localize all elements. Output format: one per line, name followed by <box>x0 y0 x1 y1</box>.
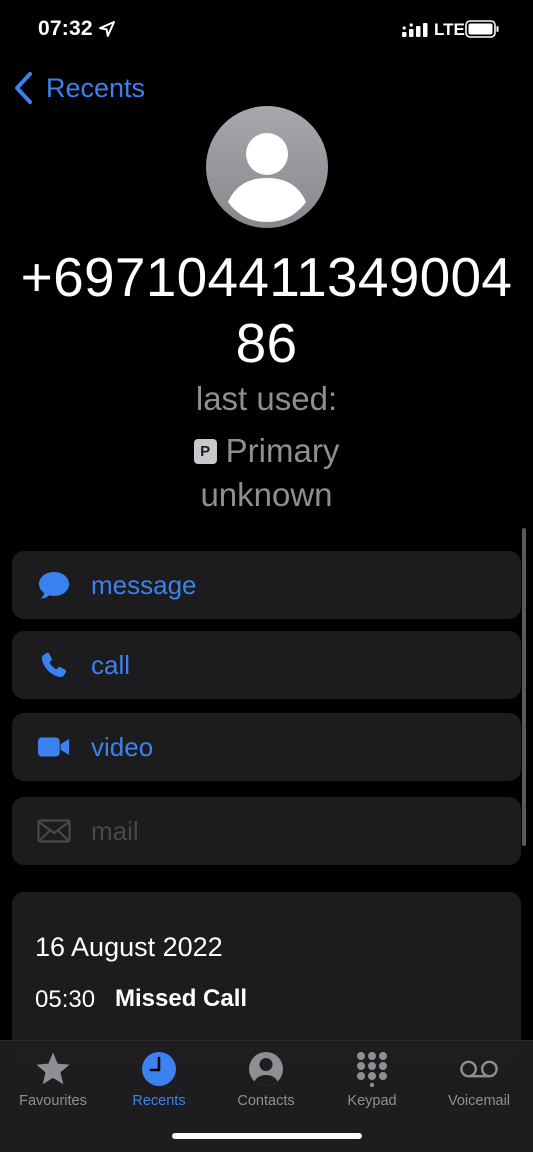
person-silhouette-icon <box>228 133 306 222</box>
line-indicator: P Primary <box>0 432 533 470</box>
person-circle-icon <box>246 1049 286 1089</box>
avatar <box>206 106 328 228</box>
scroll-indicator[interactable] <box>522 528 526 846</box>
back-label: Recents <box>46 72 146 103</box>
tab-label-favourites: Favourites <box>19 1093 87 1109</box>
status-bar: 07:32 LTE <box>0 0 533 60</box>
call-button[interactable]: call <box>12 631 521 699</box>
location-arrow-icon <box>99 21 115 37</box>
phone-icon <box>37 650 71 680</box>
tab-keypad[interactable]: Keypad <box>319 1049 425 1109</box>
voicemail-icon <box>459 1049 499 1089</box>
message-label: message <box>91 569 197 600</box>
last-used-label: last used: <box>195 380 338 417</box>
video-label: video <box>91 731 154 762</box>
call-label: call <box>91 649 131 680</box>
speech-bubble-icon <box>37 570 71 600</box>
tab-contacts[interactable]: Contacts <box>213 1049 319 1109</box>
tab-favourites[interactable]: Favourites <box>0 1049 106 1109</box>
mail-button[interactable]: mail <box>12 797 521 865</box>
message-button[interactable]: message <box>12 551 521 619</box>
envelope-icon <box>37 816 71 846</box>
signal-icon <box>402 23 428 37</box>
tab-label-recents: Recents <box>132 1093 186 1109</box>
video-camera-icon <box>37 732 71 762</box>
call-history-date: 16 August 2022 <box>35 932 223 962</box>
battery-icon <box>465 20 499 38</box>
tab-label-voicemail: Voicemail <box>447 1093 511 1109</box>
home-indicator[interactable] <box>172 1133 362 1139</box>
line-name: Primary <box>225 432 340 469</box>
contact-status: unknown <box>200 476 333 513</box>
call-history-time: 05:30 <box>35 986 96 1013</box>
contact-phone-number: +69710441134900486 <box>20 246 513 374</box>
status-time: 07:32 <box>38 17 93 40</box>
line-badge: P <box>193 438 217 464</box>
clock-icon <box>139 1049 179 1089</box>
call-history-type: Missed Call <box>115 985 248 1012</box>
call-history-card: 16 August 2022 05:30 Missed Call <box>12 892 521 1062</box>
video-button[interactable]: video <box>12 713 521 781</box>
tab-voicemail[interactable]: Voicemail <box>426 1049 532 1109</box>
chevron-left-icon <box>15 72 32 104</box>
keypad-icon <box>352 1049 392 1089</box>
back-button[interactable]: Recents <box>12 68 145 108</box>
tab-recents[interactable]: Recents <box>106 1049 212 1109</box>
network-label: LTE <box>434 20 465 39</box>
tab-label-contacts: Contacts <box>237 1093 295 1109</box>
star-icon <box>33 1049 73 1089</box>
tab-label-keypad: Keypad <box>347 1093 397 1109</box>
mail-label: mail <box>91 815 139 846</box>
